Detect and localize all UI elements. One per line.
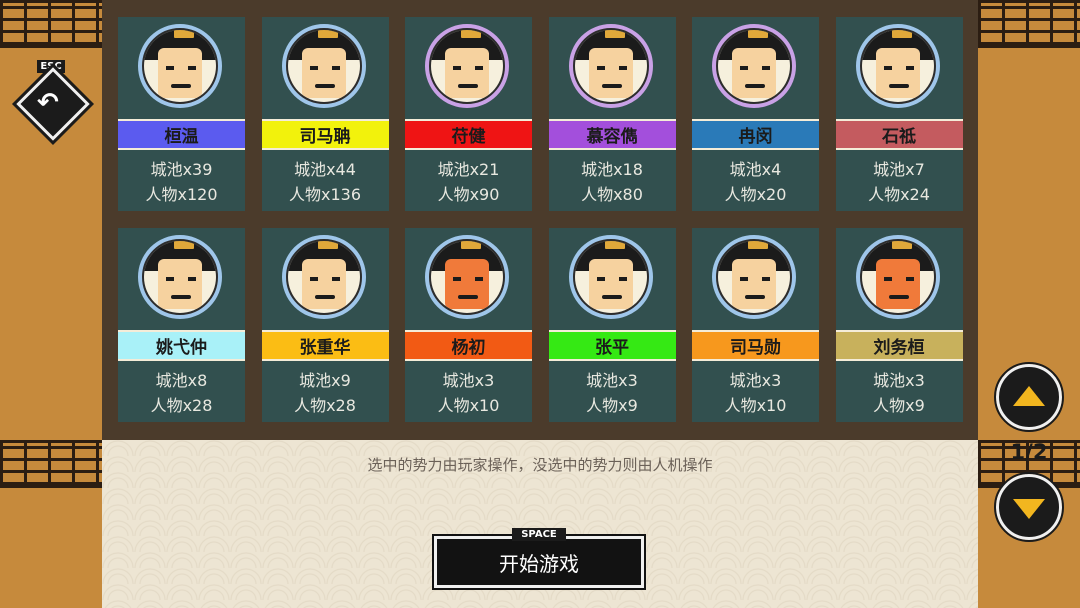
faction-card[interactable]: 冉闵 城池x4 人物x20 bbox=[692, 17, 819, 211]
leader-portrait bbox=[425, 24, 509, 108]
faction-name: 司马聃 bbox=[261, 119, 389, 150]
faction-name: 司马勋 bbox=[692, 330, 819, 361]
faction-name: 张重华 bbox=[261, 330, 389, 361]
faction-stats: 城池x44 人物x136 bbox=[262, 157, 389, 207]
people-count: 人物x28 bbox=[150, 396, 213, 415]
faction-name: 桓温 bbox=[118, 119, 245, 150]
faction-stats: 城池x3 人物x9 bbox=[549, 368, 676, 418]
people-count: 人物x120 bbox=[145, 185, 218, 204]
fret-ornament bbox=[0, 0, 102, 48]
page-up-button[interactable] bbox=[994, 362, 1064, 432]
people-count: 人物x90 bbox=[437, 185, 500, 204]
arrow-up-icon bbox=[1013, 386, 1045, 406]
faction-name: 张平 bbox=[548, 330, 676, 361]
faction-name: 石祗 bbox=[835, 119, 963, 150]
faction-name: 杨初 bbox=[405, 330, 532, 361]
faction-card[interactable]: 慕容儁 城池x18 人物x80 bbox=[548, 17, 676, 211]
faction-card[interactable]: 张重华 城池x9 人物x28 bbox=[261, 228, 389, 422]
faction-stats: 城池x4 人物x20 bbox=[692, 157, 819, 207]
people-count: 人物x24 bbox=[868, 185, 930, 204]
leader-portrait bbox=[138, 24, 222, 108]
leader-portrait bbox=[281, 24, 366, 108]
leader-portrait bbox=[281, 235, 366, 319]
fret-ornament bbox=[978, 0, 1080, 48]
page-down-button[interactable] bbox=[994, 472, 1064, 542]
faction-name: 苻健 bbox=[405, 119, 532, 150]
faction-card[interactable]: 刘务桓 城池x3 人物x9 bbox=[835, 228, 963, 422]
bottom-panel: 选中的势力由玩家操作，没选中的势力则由人机操作 开始游戏 SPACE bbox=[102, 440, 978, 608]
city-count: 城池x3 bbox=[586, 371, 638, 390]
city-count: 城池x21 bbox=[437, 160, 500, 179]
leader-portrait bbox=[425, 235, 509, 319]
people-count: 人物x10 bbox=[437, 396, 500, 415]
faction-stats: 城池x3 人物x10 bbox=[405, 368, 532, 418]
city-count: 城池x8 bbox=[155, 371, 208, 390]
faction-stats: 城池x7 人物x24 bbox=[836, 157, 963, 207]
faction-card[interactable]: 苻健 城池x21 人物x90 bbox=[405, 17, 532, 211]
city-count: 城池x3 bbox=[873, 371, 925, 390]
faction-card[interactable]: 桓温 城池x39 人物x120 bbox=[118, 17, 245, 211]
fret-ornament bbox=[0, 440, 102, 488]
faction-card[interactable]: 杨初 城池x3 人物x10 bbox=[405, 228, 532, 422]
faction-card[interactable]: 司马勋 城池x3 人物x10 bbox=[692, 228, 819, 422]
faction-card[interactable]: 司马聃 城池x44 人物x136 bbox=[261, 17, 389, 211]
leader-portrait bbox=[855, 235, 940, 319]
people-count: 人物x28 bbox=[294, 396, 356, 415]
people-count: 人物x9 bbox=[586, 396, 638, 415]
leader-portrait bbox=[712, 235, 796, 319]
city-count: 城池x18 bbox=[581, 160, 643, 179]
leader-portrait bbox=[138, 235, 222, 319]
faction-stats: 城池x8 人物x28 bbox=[118, 368, 245, 418]
faction-stats: 城池x39 人物x120 bbox=[118, 157, 245, 207]
back-button[interactable]: ESC ↶ bbox=[11, 60, 95, 146]
city-count: 城池x3 bbox=[729, 371, 782, 390]
faction-name: 慕容儁 bbox=[548, 119, 676, 150]
faction-card[interactable]: 石祗 城池x7 人物x24 bbox=[835, 17, 963, 211]
city-count: 城池x44 bbox=[294, 160, 356, 179]
city-count: 城池x39 bbox=[150, 160, 213, 179]
space-key-label: SPACE bbox=[512, 528, 566, 541]
city-count: 城池x4 bbox=[729, 160, 782, 179]
city-count: 城池x9 bbox=[299, 371, 351, 390]
faction-stats: 城池x21 人物x90 bbox=[405, 157, 532, 207]
faction-stats: 城池x3 人物x10 bbox=[692, 368, 819, 418]
faction-stats: 城池x18 人物x80 bbox=[549, 157, 676, 207]
leader-portrait bbox=[712, 24, 796, 108]
faction-card[interactable]: 姚弋仲 城池x8 人物x28 bbox=[118, 228, 245, 422]
faction-name: 刘务桓 bbox=[835, 330, 963, 361]
faction-selection-area: 桓温 城池x39 人物x120 司马聃 城池x44 人物x136 苻健 城池x21 人… bbox=[102, 0, 978, 440]
city-count: 城池x3 bbox=[442, 371, 495, 390]
people-count: 人物x10 bbox=[724, 396, 787, 415]
faction-card[interactable]: 张平 城池x3 人物x9 bbox=[548, 228, 676, 422]
faction-stats: 城池x9 人物x28 bbox=[262, 368, 389, 418]
start-game-button-wrap: 开始游戏 SPACE bbox=[432, 528, 646, 590]
arrow-down-icon bbox=[1013, 499, 1045, 519]
city-count: 城池x7 bbox=[873, 160, 925, 179]
leader-portrait bbox=[568, 24, 653, 108]
people-count: 人物x80 bbox=[581, 185, 643, 204]
back-arrow-icon: ↶ bbox=[37, 88, 59, 118]
people-count: 人物x136 bbox=[288, 185, 361, 204]
people-count: 人物x9 bbox=[873, 396, 925, 415]
start-game-button[interactable]: 开始游戏 bbox=[432, 534, 646, 590]
faction-stats: 城池x3 人物x9 bbox=[836, 368, 963, 418]
people-count: 人物x20 bbox=[724, 185, 787, 204]
faction-name: 姚弋仲 bbox=[118, 330, 245, 361]
leader-portrait bbox=[855, 24, 940, 108]
faction-name: 冉闵 bbox=[692, 119, 819, 150]
page-indicator: 1/2 bbox=[1010, 440, 1048, 464]
leader-portrait bbox=[568, 235, 653, 319]
selection-hint: 选中的势力由玩家操作，没选中的势力则由人机操作 bbox=[367, 456, 713, 474]
faction-grid: 桓温 城池x39 人物x120 司马聃 城池x44 人物x136 苻健 城池x21 人… bbox=[118, 17, 963, 422]
